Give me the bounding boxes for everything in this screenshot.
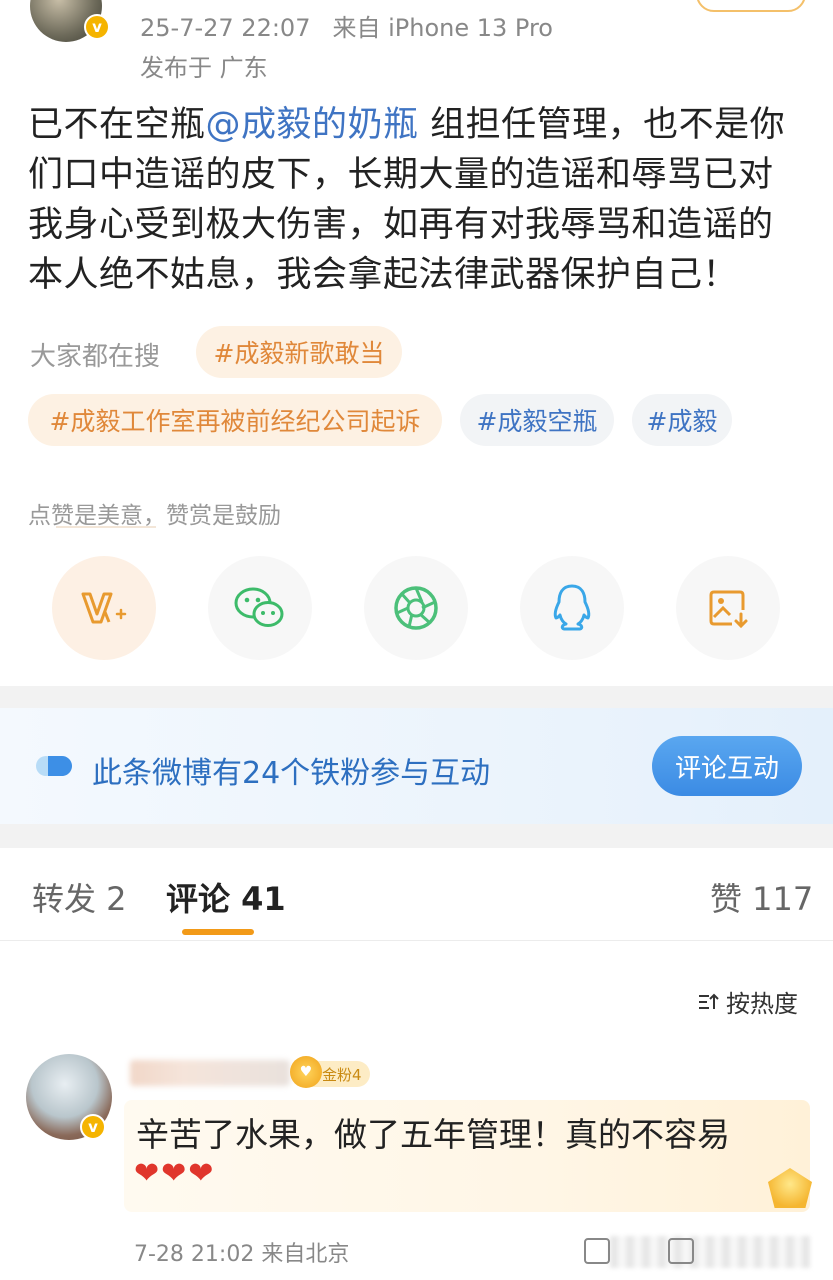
save-image-icon bbox=[709, 590, 748, 629]
post-source: 来自 iPhone 13 Pro bbox=[332, 14, 553, 42]
hot-tag[interactable]: #成毅空瓶 bbox=[460, 394, 614, 446]
post-location: 发布于 广东 bbox=[140, 54, 268, 82]
post-timestamp: 25-7-27 22:07 bbox=[140, 14, 311, 42]
tab-divider bbox=[0, 940, 833, 941]
moments-icon bbox=[394, 586, 438, 630]
share-wechat-button[interactable] bbox=[208, 556, 312, 660]
verified-mark: v bbox=[88, 1118, 98, 1136]
mention-link[interactable]: @成毅的奶瓶 bbox=[206, 105, 419, 145]
section-divider bbox=[0, 686, 833, 708]
vip-reward-button[interactable] bbox=[52, 556, 156, 660]
hot-tag[interactable]: #成毅工作室再被前经纪公司起诉 bbox=[28, 394, 442, 446]
sort-button[interactable]: 按热度 bbox=[698, 984, 798, 1019]
like-hint: 点赞是美意，赞赏是鼓励 bbox=[28, 503, 281, 529]
comment-time: 7-28 21:02 来自北京 bbox=[134, 1242, 350, 1267]
reply-icon[interactable] bbox=[584, 1238, 610, 1264]
fan-interaction-icon bbox=[36, 756, 72, 776]
tab-likes[interactable]: 赞 117 bbox=[710, 874, 813, 920]
fan-level-label: 金粉4 bbox=[322, 1065, 362, 1084]
sort-label: 按热度 bbox=[726, 990, 798, 1018]
save-image-button[interactable] bbox=[676, 556, 780, 660]
share-comment-icon[interactable] bbox=[668, 1238, 694, 1264]
post-content: 已不在空瓶@成毅的奶瓶 组担任管理，也不是你们口中造谣的皮下，长期大量的造谣和辱… bbox=[28, 100, 808, 300]
commenter-verified-badge: v bbox=[80, 1114, 106, 1140]
hot-search-label: 大家都在搜 bbox=[30, 342, 161, 372]
tab-repost[interactable]: 转发 2 bbox=[32, 874, 127, 920]
comment-hearts: ❤❤❤ bbox=[134, 1156, 216, 1191]
qq-icon bbox=[553, 584, 591, 631]
comment-text: 辛苦了水果，做了五年管理！真的不容易 bbox=[136, 1115, 730, 1154]
share-qq-button[interactable] bbox=[520, 556, 624, 660]
vip-reward-icon bbox=[81, 592, 127, 624]
verified-mark: v bbox=[92, 18, 102, 36]
hot-tag[interactable]: #成毅新歌敢当 bbox=[196, 326, 402, 378]
fan-badge-icon: ♥ bbox=[290, 1056, 322, 1088]
comment-interact-button[interactable]: 评论互动 bbox=[652, 736, 802, 796]
comment-actions-redacted bbox=[610, 1236, 810, 1268]
active-tab-indicator bbox=[182, 929, 254, 935]
commenter-name-redacted[interactable] bbox=[130, 1060, 290, 1086]
sort-icon bbox=[699, 993, 719, 1009]
fan-banner-text: 此条微博有24个铁粉参与互动 bbox=[92, 756, 491, 791]
verified-badge: v bbox=[84, 14, 110, 40]
tab-comments[interactable]: 评论 41 bbox=[166, 874, 286, 920]
section-divider bbox=[0, 824, 833, 848]
hot-tag[interactable]: #成毅 bbox=[632, 394, 732, 446]
post-text-before: 已不在空瓶 bbox=[28, 105, 206, 145]
post-meta: 25-7-27 22:07 来自 iPhone 13 Pro bbox=[140, 8, 553, 43]
share-moments-button[interactable] bbox=[364, 556, 468, 660]
wechat-icon bbox=[234, 587, 284, 627]
hint-divider bbox=[56, 526, 156, 536]
follow-button[interactable] bbox=[696, 0, 806, 12]
